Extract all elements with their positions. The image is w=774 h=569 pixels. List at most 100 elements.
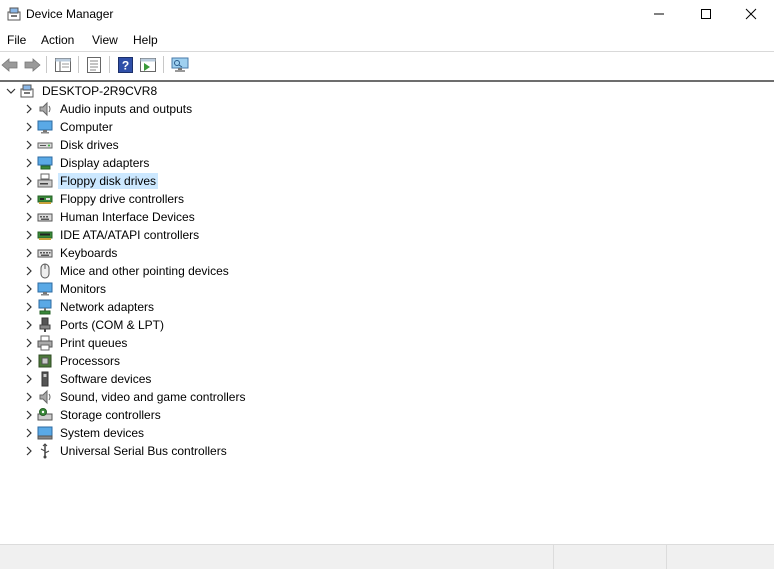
collapsed-chevron-icon[interactable] xyxy=(22,388,36,406)
tree-category-row[interactable]: Mice and other pointing devices xyxy=(22,262,231,280)
floppy-controller-icon xyxy=(36,190,54,208)
computer-icon xyxy=(36,118,54,136)
collapsed-chevron-icon[interactable] xyxy=(22,280,36,298)
tree-category-row[interactable]: Print queues xyxy=(22,334,129,352)
close-icon xyxy=(745,8,757,20)
device-tree[interactable]: DESKTOP-2R9CVR8 Audio inputs and outputs… xyxy=(0,82,774,542)
tree-category-label: Human Interface Devices xyxy=(60,210,195,224)
menu-view[interactable]: View xyxy=(92,33,118,47)
toolbar: ? xyxy=(0,52,774,77)
sound-controller-icon xyxy=(36,388,54,406)
svg-text:?: ? xyxy=(121,58,128,72)
collapsed-chevron-icon[interactable] xyxy=(22,352,36,370)
tree-root[interactable]: DESKTOP-2R9CVR8 xyxy=(4,82,159,100)
help-button[interactable]: ? xyxy=(115,55,135,74)
tree-category-row[interactable]: Floppy disk drives xyxy=(22,172,159,190)
display-adapter-icon xyxy=(36,154,54,172)
collapsed-chevron-icon[interactable] xyxy=(22,334,36,352)
collapsed-chevron-icon[interactable] xyxy=(22,370,36,388)
menu-action[interactable]: Action xyxy=(41,33,74,47)
tree-category-row[interactable]: Network adapters xyxy=(22,298,156,316)
tree-category-label: Universal Serial Bus controllers xyxy=(60,444,227,458)
tree-category-row[interactable]: Storage controllers xyxy=(22,406,163,424)
forward-button[interactable] xyxy=(22,55,42,74)
tree-category-row[interactable]: Monitors xyxy=(22,280,108,298)
show-hide-console-tree-icon xyxy=(55,57,71,72)
tree-category-label: Computer xyxy=(60,120,113,134)
tree-category-row[interactable]: Sound, video and game controllers xyxy=(22,388,247,406)
tree-category-row[interactable]: Display adapters xyxy=(22,154,151,172)
tree-category-row[interactable]: Human Interface Devices xyxy=(22,208,197,226)
tree-category-label: Ports (COM & LPT) xyxy=(60,318,165,332)
tree-category-row[interactable]: Ports (COM & LPT) xyxy=(22,316,166,334)
menu-help[interactable]: Help xyxy=(133,33,158,47)
tree-category-row[interactable]: Audio inputs and outputs xyxy=(22,100,194,118)
tree-category-label: IDE ATA/ATAPI controllers xyxy=(60,228,200,242)
tree-category-row[interactable]: Universal Serial Bus controllers xyxy=(22,442,229,460)
tree-category-label: Storage controllers xyxy=(60,408,161,422)
disk-drive-icon xyxy=(36,136,54,154)
software-device-icon xyxy=(36,370,54,388)
toolbar-separator xyxy=(163,56,164,73)
maximize-button[interactable] xyxy=(683,0,729,28)
tree-category-row[interactable]: Disk drives xyxy=(22,136,121,154)
collapsed-chevron-icon[interactable] xyxy=(22,190,36,208)
processor-icon xyxy=(36,352,54,370)
collapsed-chevron-icon[interactable] xyxy=(22,424,36,442)
collapsed-chevron-icon[interactable] xyxy=(22,154,36,172)
tree-category-label: Disk drives xyxy=(60,138,119,152)
mouse-icon xyxy=(36,262,54,280)
forward-icon xyxy=(24,57,41,72)
collapsed-chevron-icon[interactable] xyxy=(22,406,36,424)
device-manager-app-icon xyxy=(6,6,22,22)
show-hide-console-tree-button[interactable] xyxy=(53,55,73,74)
minimize-button[interactable] xyxy=(636,0,682,28)
tree-category-row[interactable]: System devices xyxy=(22,424,146,442)
back-button[interactable] xyxy=(0,55,20,74)
tree-category-row[interactable]: Software devices xyxy=(22,370,153,388)
collapsed-chevron-icon[interactable] xyxy=(22,316,36,334)
help-icon: ? xyxy=(117,56,133,73)
collapsed-chevron-icon[interactable] xyxy=(22,118,36,136)
collapsed-chevron-icon[interactable] xyxy=(22,262,36,280)
computer-root-icon xyxy=(18,82,36,100)
menu-bar: File Action View Help xyxy=(0,29,774,51)
toolbar-separator xyxy=(109,56,110,73)
tree-category-label: Keyboards xyxy=(60,246,118,260)
ide-controller-icon xyxy=(36,226,54,244)
properties-button[interactable] xyxy=(84,55,104,74)
tree-category-label: Display adapters xyxy=(60,156,150,170)
close-button[interactable] xyxy=(728,0,774,28)
tree-category-row[interactable]: Processors xyxy=(22,352,122,370)
port-icon xyxy=(36,316,54,334)
status-bar xyxy=(0,544,774,569)
collapsed-chevron-icon[interactable] xyxy=(22,100,36,118)
keyboard-icon xyxy=(36,244,54,262)
collapsed-chevron-icon[interactable] xyxy=(22,172,36,190)
menu-file[interactable]: File xyxy=(7,33,26,47)
show-action-pane-button[interactable] xyxy=(138,55,158,74)
speaker-icon xyxy=(36,100,54,118)
hid-icon xyxy=(36,208,54,226)
collapsed-chevron-icon[interactable] xyxy=(22,208,36,226)
collapsed-chevron-icon[interactable] xyxy=(22,298,36,316)
collapsed-chevron-icon[interactable] xyxy=(22,442,36,460)
tree-category-label: Processors xyxy=(60,354,121,368)
tree-category-label: Floppy drive controllers xyxy=(60,192,185,206)
tree-category-row[interactable]: Computer xyxy=(22,118,115,136)
maximize-icon xyxy=(701,9,711,19)
expanded-chevron-icon[interactable] xyxy=(4,82,18,100)
tree-category-row[interactable]: Keyboards xyxy=(22,244,119,262)
floppy-drive-icon xyxy=(36,172,54,190)
scan-hardware-changes-icon xyxy=(171,57,189,72)
collapsed-chevron-icon[interactable] xyxy=(22,226,36,244)
collapsed-chevron-icon[interactable] xyxy=(22,244,36,262)
tree-category-row[interactable]: IDE ATA/ATAPI controllers xyxy=(22,226,201,244)
storage-controller-icon xyxy=(36,406,54,424)
tree-category-label: Network adapters xyxy=(60,300,155,314)
tree-category-row[interactable]: Floppy drive controllers xyxy=(22,190,186,208)
system-device-icon xyxy=(36,424,54,442)
scan-hardware-changes-button[interactable] xyxy=(170,55,190,74)
collapsed-chevron-icon[interactable] xyxy=(22,136,36,154)
status-bar-divider xyxy=(666,545,667,569)
